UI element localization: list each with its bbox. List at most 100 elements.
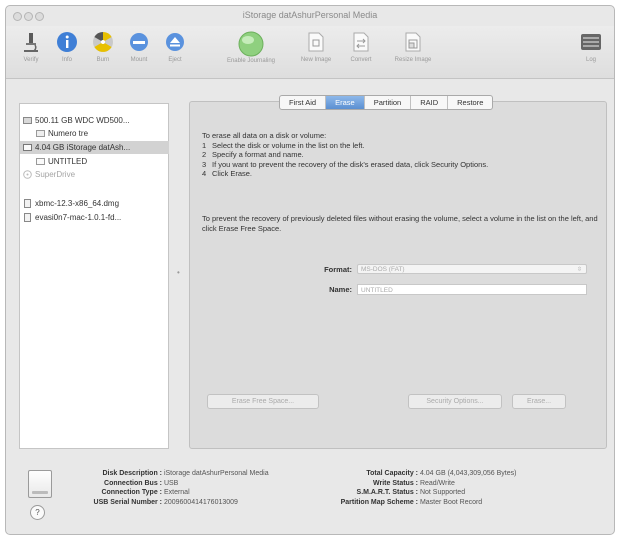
instruction-step: 2 Specify a format and name. — [202, 150, 304, 159]
title-bar: iStorage datAshurPersonal Media — [6, 6, 614, 26]
tab-erase[interactable]: Erase — [326, 96, 365, 109]
enable-journaling-label: Enable Journaling — [226, 58, 276, 64]
connection-type-value: External — [163, 489, 190, 496]
sidebar-item-label: xbmc-12.3-x86_64.dmg — [35, 199, 120, 208]
partition-map-scheme-value: Master Boot Record — [419, 498, 483, 506]
log-label: Log — [585, 57, 596, 63]
tab-first-aid[interactable]: First Aid — [280, 96, 327, 109]
new-image-label: New Image — [300, 57, 332, 63]
info-label: Info — [61, 57, 72, 63]
log-icon — [580, 31, 602, 53]
erase-free-space-note: To prevent the recovery of previously de… — [202, 214, 598, 233]
usb-serial-number-key: USB Serial Number : — [93, 498, 162, 506]
instruction-step: 4 Click Erase. — [202, 169, 253, 178]
name-field[interactable]: UNTITLED — [357, 284, 587, 295]
burn-button[interactable]: Burn — [84, 31, 122, 63]
sidebar-item-label: 500.11 GB WDC WD500... — [35, 116, 130, 125]
usb-disk-icon — [23, 143, 32, 152]
instruction-step: 1 Select the disk or volume in the list o… — [202, 140, 365, 150]
split-view-handle[interactable]: • — [177, 268, 180, 277]
toolbar: Verify Info Burn Mount Eject Enable Jour… — [6, 26, 614, 79]
sidebar-item-istorage-disk[interactable]: 4.04 GB iStorage datAsh... — [20, 141, 169, 154]
sidebar-item-evasi0n-dmg[interactable]: evasi0n7-mac-1.0.1-fd... — [20, 211, 169, 224]
sidebar-item-label: Numero tre — [48, 129, 89, 138]
erase-instructions: To erase all data on a disk or volume: 1… — [202, 131, 598, 179]
sidebar-item-superdrive[interactable]: SuperDrive — [20, 168, 169, 181]
burn-label: Burn — [96, 57, 110, 63]
disk-info-left: Disk Description : iStorage datAshurPers… — [61, 469, 269, 507]
erase-button[interactable]: Erase... — [512, 394, 566, 409]
format-select[interactable]: MS-DOS (FAT) ⇳ — [357, 264, 587, 274]
disk-utility-window: iStorage datAshurPersonal Media Verify I… — [5, 5, 615, 535]
help-button[interactable]: ? — [30, 505, 45, 520]
chevron-updown-icon: ⇳ — [576, 267, 582, 273]
sidebar-item-wdc-disk[interactable]: 500.11 GB WDC WD500... — [20, 114, 169, 127]
verify-button[interactable]: Verify — [12, 31, 50, 63]
format-value: MS-DOS (FAT) — [361, 266, 405, 273]
window-title: iStorage datAshurPersonal Media — [242, 10, 378, 20]
disk-image-icon — [23, 213, 32, 223]
tab-bar: First Aid Erase Partition RAID Restore — [279, 95, 494, 110]
info-button[interactable]: Info — [48, 31, 86, 63]
total-capacity-key: Total Capacity : — [366, 470, 418, 477]
resize-image-label: Resize Image — [394, 57, 432, 63]
name-label: Name: — [329, 285, 352, 294]
info-icon — [56, 31, 78, 53]
sidebar-item-label: evasi0n7-mac-1.0.1-fd... — [35, 213, 122, 222]
disk-image-icon — [23, 199, 32, 209]
partition-map-scheme-key: Partition Map Scheme : — [340, 498, 418, 506]
connection-bus-key: Connection Bus : — [104, 479, 162, 487]
tab-partition[interactable]: Partition — [365, 96, 412, 109]
eject-button[interactable]: Eject — [156, 31, 194, 63]
disk-description-value: iStorage datAshurPersonal Media — [163, 470, 269, 477]
tab-restore[interactable]: Restore — [448, 96, 492, 109]
tab-raid[interactable]: RAID — [411, 96, 449, 109]
mount-label: Mount — [130, 57, 148, 63]
format-label: Format: — [324, 265, 352, 274]
security-options-button[interactable]: Security Options... — [408, 394, 502, 409]
hard-disk-icon — [23, 116, 32, 125]
new-image-button[interactable]: New Image — [297, 31, 335, 63]
disk-info-right: Total Capacity : 4.04 GB (4,043,309,056 … — [318, 469, 517, 507]
volume-icon — [36, 129, 45, 138]
new-image-icon — [305, 31, 327, 53]
instruction-step: 3 If you want to prevent the recovery of … — [202, 159, 489, 169]
log-button[interactable]: Log — [572, 31, 610, 63]
microscope-icon — [20, 31, 42, 53]
sidebar-item-untitled[interactable]: UNTITLED — [20, 155, 182, 168]
sidebar-item-label: 4.04 GB iStorage datAsh... — [35, 143, 131, 152]
mount-icon — [128, 31, 150, 53]
instructions-intro: To erase all data on a disk or volume: — [202, 131, 327, 140]
sidebar-item-label: UNTITLED — [48, 157, 88, 166]
write-status-value: Read/Write — [419, 479, 455, 487]
external-disk-icon — [28, 470, 52, 498]
resize-image-button[interactable]: Resize Image — [391, 31, 435, 63]
enable-journaling-button[interactable]: Enable Journaling — [226, 31, 276, 64]
connection-bus-value: USB — [163, 479, 179, 487]
connection-type-key: Connection Type : — [101, 489, 162, 496]
sidebar-item-label: SuperDrive — [35, 170, 76, 179]
disk-description-key: Disk Description : — [102, 470, 162, 477]
write-status-key: Write Status : — [373, 479, 418, 487]
smart-status-value: Not Supported — [419, 489, 466, 496]
volume-icon — [36, 157, 45, 166]
erase-free-space-button[interactable]: Erase Free Space... — [207, 394, 319, 409]
eject-icon — [164, 31, 186, 53]
eject-label: Eject — [168, 57, 182, 63]
sidebar-item-numero-tre[interactable]: Numero tre — [20, 127, 182, 140]
optical-drive-icon — [23, 170, 32, 180]
sidebar-item-xbmc-dmg[interactable]: xbmc-12.3-x86_64.dmg — [20, 197, 169, 210]
total-capacity-value: 4.04 GB (4,043,309,056 Bytes) — [419, 470, 517, 477]
disk-list-sidebar[interactable]: 500.11 GB WDC WD500... Numero tre 4.04 G… — [19, 103, 169, 449]
convert-icon — [350, 31, 372, 53]
convert-button[interactable]: Convert — [342, 31, 380, 63]
mount-button[interactable]: Mount — [120, 31, 158, 63]
smart-status-key: S.M.A.R.T. Status : — [356, 489, 418, 496]
resize-image-icon — [402, 31, 424, 53]
usb-serial-number-value: 2009600414176013009 — [163, 498, 238, 506]
convert-label: Convert — [350, 57, 372, 63]
burn-icon — [92, 31, 114, 53]
journaling-icon — [238, 31, 264, 57]
erase-panel: To erase all data on a disk or volume: 1… — [189, 101, 607, 449]
disk-info-bar: ? Disk Description : iStorage datAshurPe… — [6, 454, 614, 534]
